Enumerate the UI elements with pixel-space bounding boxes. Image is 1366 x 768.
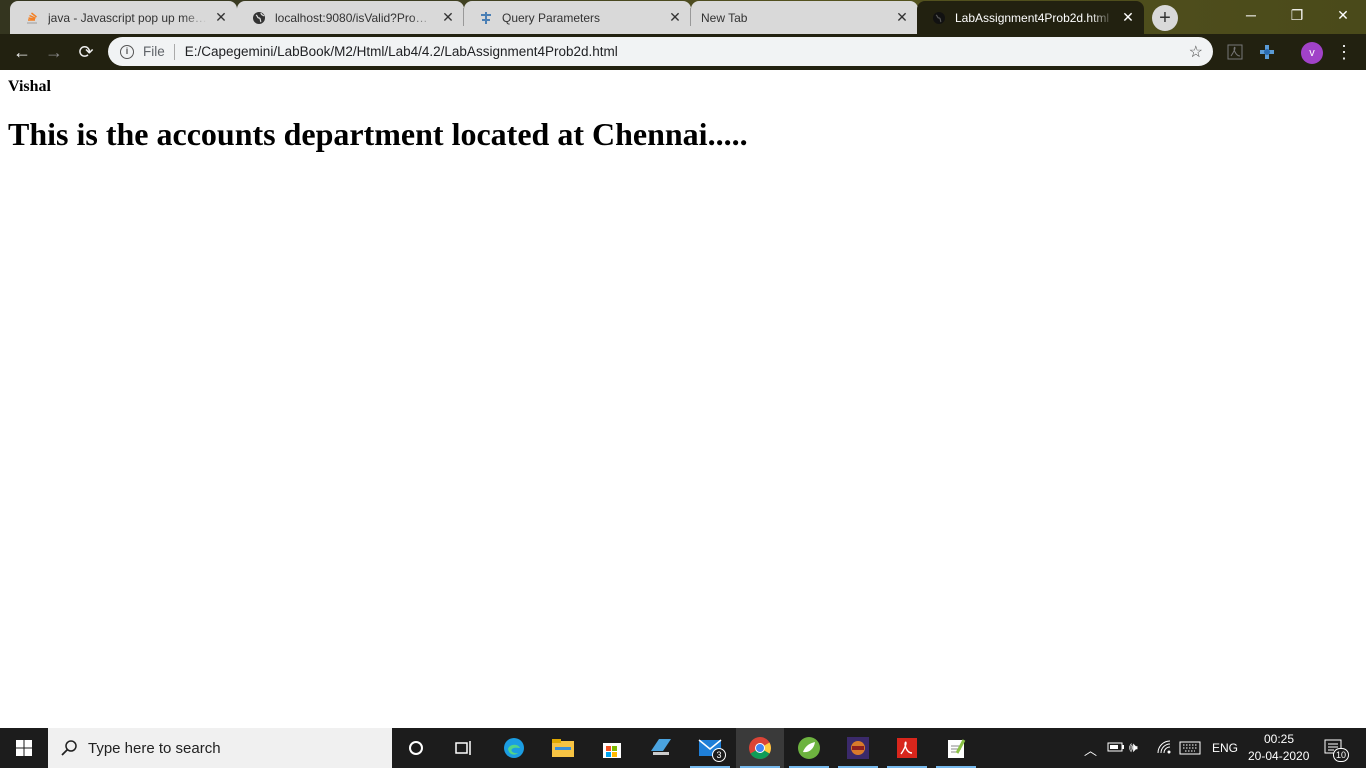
browser-toolbar: ← → ⟳ i File E:/Capegemini/LabBook/M2/Ht… — [0, 34, 1366, 70]
tab-query-parameters[interactable]: Query Parameters ✕ — [464, 1, 691, 34]
divider — [173, 43, 175, 60]
profile-avatar[interactable]: v — [1301, 42, 1323, 64]
chevron-up-icon[interactable]: ︿ — [1084, 740, 1097, 759]
search-placeholder: Type here to search — [88, 739, 221, 757]
menu-kebab-icon[interactable]: ⋮ — [1335, 40, 1353, 64]
acrobat-reader-icon[interactable] — [883, 728, 931, 768]
game-app-icon[interactable] — [834, 728, 882, 768]
chrome-icon[interactable] — [736, 728, 784, 768]
remote-desktop-icon[interactable] — [637, 728, 685, 768]
minimize-icon[interactable]: ─ — [1228, 0, 1274, 30]
tab-strip: java - Javascript pop up messa ✕ localho… — [0, 0, 1366, 34]
system-tray: ︿ 🕪 ENG 00:25 20-04-2020 10 — [1080, 728, 1366, 768]
close-tab-icon[interactable]: ✕ — [213, 9, 229, 26]
search-icon — [60, 739, 78, 757]
tab-title: localhost:9080/isValid?Product — [275, 10, 434, 25]
stackoverflow-icon — [24, 10, 40, 26]
keyboard-icon[interactable] — [1179, 741, 1201, 758]
tab-title: New Tab — [701, 10, 748, 25]
close-tab-icon[interactable]: ✕ — [894, 9, 910, 26]
reload-icon[interactable]: ⟳ — [72, 38, 100, 66]
back-arrow-icon[interactable]: ← — [8, 38, 36, 66]
edge-icon[interactable] — [490, 728, 538, 768]
tab-lab-assignment[interactable]: LabAssignment4Prob2d.html ✕ — [917, 1, 1144, 34]
clock-time[interactable]: 00:25 — [1264, 732, 1294, 746]
tab-new-tab[interactable]: New Tab ✕ — [691, 1, 918, 34]
globe-icon — [931, 10, 947, 26]
close-window-icon[interactable]: ✕ — [1320, 0, 1366, 30]
address-bar[interactable]: i File E:/Capegemini/LabBook/M2/Html/Lab… — [108, 37, 1213, 66]
page-heading: This is the accounts department located … — [8, 116, 748, 152]
forward-arrow-icon[interactable]: → — [40, 38, 68, 66]
query-params-icon — [478, 10, 494, 26]
taskbar: Type here to search 3 ︿ 🕪 ENG 00:25 20-0… — [0, 728, 1366, 768]
volume-icon[interactable]: 🕪 — [1129, 739, 1138, 756]
taskbar-search-box[interactable]: Type here to search — [48, 728, 392, 768]
info-icon[interactable]: i — [120, 44, 134, 59]
tab-title: java - Javascript pop up messa — [48, 10, 207, 25]
tab-title: Query Parameters — [502, 10, 601, 25]
scheme-label: File — [143, 44, 165, 59]
pdf-extension-icon[interactable] — [1223, 40, 1247, 64]
microsoft-store-icon[interactable] — [588, 728, 636, 768]
windows-start-icon[interactable] — [0, 728, 48, 768]
close-tab-icon[interactable]: ✕ — [1120, 9, 1136, 26]
url-text[interactable]: E:/Capegemini/LabBook/M2/Html/Lab4/4.2/L… — [185, 44, 618, 59]
new-tab-button[interactable]: + — [1152, 5, 1178, 31]
file-explorer-icon[interactable] — [539, 728, 587, 768]
wifi-icon[interactable] — [1156, 739, 1172, 758]
globe-icon — [251, 10, 267, 26]
browser-chrome: java - Javascript pop up messa ✕ localho… — [0, 0, 1366, 70]
bookmark-star-icon[interactable]: ☆ — [1189, 42, 1203, 62]
user-name: Vishal — [8, 78, 51, 95]
tab-title: LabAssignment4Prob2d.html — [955, 10, 1110, 25]
notepad-plus-plus-icon[interactable] — [932, 728, 980, 768]
mail-icon[interactable]: 3 — [686, 728, 734, 768]
close-tab-icon[interactable]: ✕ — [440, 9, 456, 26]
task-view-icon[interactable] — [440, 728, 488, 768]
page-content: Vishal This is the accounts department l… — [0, 70, 1366, 728]
battery-icon[interactable] — [1107, 741, 1125, 756]
cortana-icon[interactable] — [392, 728, 440, 768]
restore-icon[interactable]: ❐ — [1274, 0, 1320, 30]
notification-badge: 10 — [1333, 748, 1349, 762]
tab-localhost[interactable]: localhost:9080/isValid?Product ✕ — [237, 1, 464, 34]
language-indicator[interactable]: ENG — [1212, 741, 1238, 755]
clock-date[interactable]: 20-04-2020 — [1248, 749, 1309, 763]
tab-stackoverflow[interactable]: java - Javascript pop up messa ✕ — [10, 1, 237, 34]
mail-badge: 3 — [712, 748, 726, 762]
spring-tool-suite-icon[interactable] — [785, 728, 833, 768]
extension-icon[interactable] — [1255, 40, 1279, 64]
close-tab-icon[interactable]: ✕ — [667, 9, 683, 26]
